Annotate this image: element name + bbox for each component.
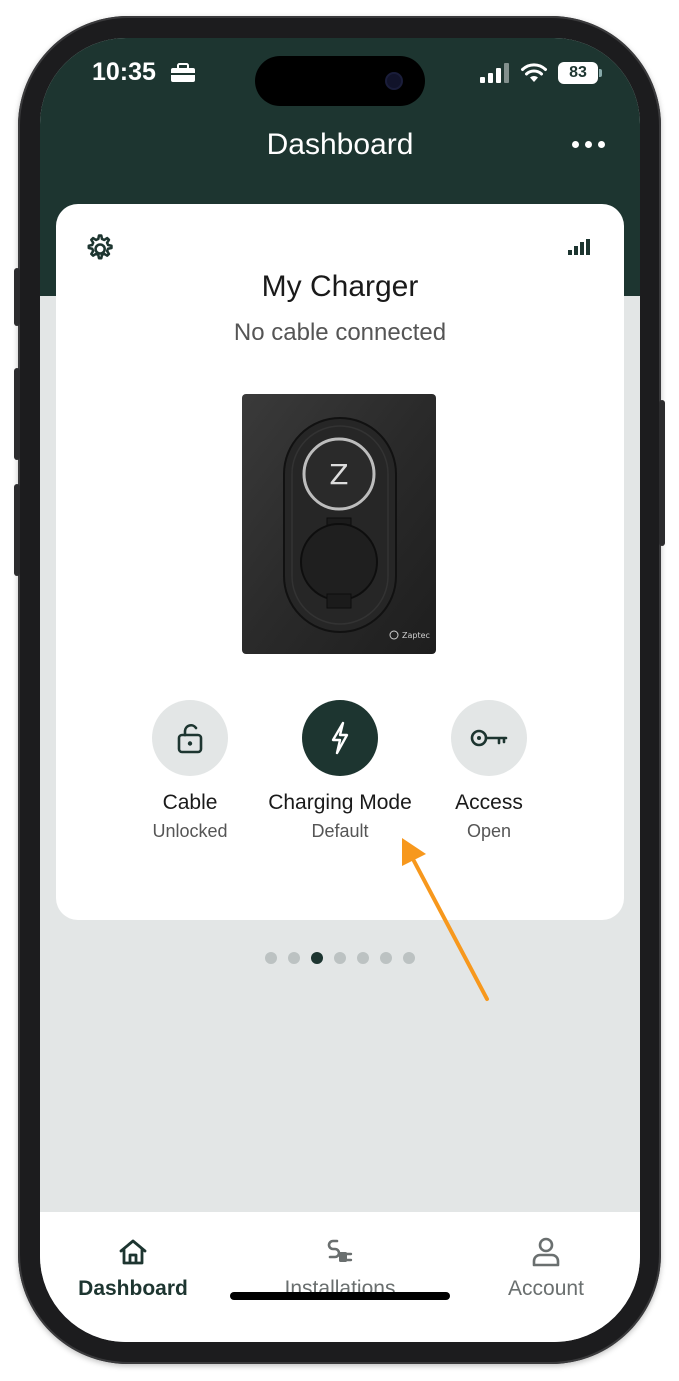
more-dot-icon [597, 140, 605, 148]
briefcase-icon [171, 63, 195, 82]
charging-mode-button[interactable] [302, 700, 378, 776]
tab-bar: Dashboard Installations Account [40, 1212, 640, 1342]
front-camera [385, 72, 403, 90]
device-brand-label: Zaptec [402, 631, 430, 640]
access-button[interactable] [451, 700, 527, 776]
page-dot[interactable] [403, 952, 415, 964]
status-icons: 83 [480, 62, 602, 84]
tab-dashboard[interactable]: Dashboard [40, 1236, 233, 1301]
battery-level: 83 [569, 64, 587, 81]
charger-card: My Charger No cable connected Z Zaptec C… [56, 204, 624, 920]
page-dot[interactable] [380, 952, 392, 964]
page-indicator [40, 952, 640, 964]
screen: 10:35 83 Dashboard My Charger No cable c… [40, 38, 640, 1342]
home-indicator [230, 1292, 450, 1300]
status-time: 10:35 [92, 58, 156, 86]
page-dot[interactable] [311, 952, 323, 964]
page-dot[interactable] [265, 952, 277, 964]
tab-account[interactable]: Account [446, 1236, 640, 1301]
key-icon [470, 729, 508, 747]
battery-indicator: 83 [558, 62, 602, 84]
page-dot[interactable] [288, 952, 300, 964]
more-options-button[interactable] [566, 134, 610, 154]
charger-status: No cable connected [233, 319, 447, 346]
cable-lock-button[interactable] [152, 700, 228, 776]
settings-gear-icon[interactable] [82, 232, 116, 266]
more-dot-icon [571, 140, 579, 148]
home-icon [119, 1239, 147, 1265]
lightning-icon [331, 721, 349, 755]
person-icon [532, 1237, 560, 1267]
access-status: Open [466, 821, 512, 841]
access-label: Access [455, 791, 523, 814]
more-dot-icon [584, 140, 592, 148]
page-dot[interactable] [334, 952, 346, 964]
access-action[interactable]: Access Open [389, 700, 589, 842]
plug-icon [327, 1239, 353, 1262]
volume-up-button [14, 368, 20, 460]
charger-device-image: Z Zaptec [242, 394, 436, 654]
signal-strength-icon [568, 239, 590, 255]
tab-account-label: Account [508, 1277, 584, 1300]
power-button [659, 400, 665, 546]
charger-name: My Charger [261, 270, 419, 303]
wifi-icon [521, 63, 547, 82]
page-dot[interactable] [357, 952, 369, 964]
cellular-signal-icon [480, 63, 509, 83]
page-title: Dashboard [266, 128, 414, 161]
unlock-icon [177, 724, 203, 754]
tab-dashboard-label: Dashboard [78, 1277, 188, 1300]
volume-down-button [14, 484, 20, 576]
action-button [14, 268, 20, 326]
svg-text:Z: Z [329, 458, 348, 491]
